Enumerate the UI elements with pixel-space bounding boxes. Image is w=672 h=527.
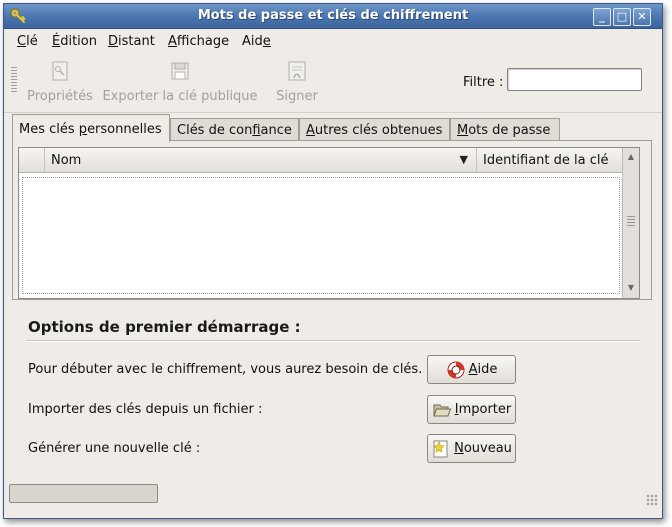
toolbar: Propriétés Exporter la clé publique Sign… (4, 54, 662, 113)
new-key-option-label: Générer une nouvelle clé : (28, 441, 201, 456)
toolbar-grip[interactable] (11, 67, 17, 93)
column-header-icon[interactable] (19, 148, 45, 173)
help-button[interactable]: Aide (427, 355, 516, 384)
column-key-id-label: Identifiant de la clé (483, 153, 609, 168)
help-option-label: Pour débuter avec le chiffrement, vous a… (28, 362, 423, 377)
sign-button[interactable]: Signer (272, 60, 322, 104)
tab-my-personal-keys[interactable]: Mes clés personnelles (12, 114, 170, 142)
column-header-key-id[interactable]: Identifiant de la clé (477, 148, 623, 173)
new-key-button[interactable]: Nouveau (427, 434, 516, 463)
key-list[interactable]: Nom ▼ Identifiant de la clé ▲ ▼ (18, 147, 640, 299)
key-list-rows[interactable] (22, 177, 620, 294)
scroll-up-icon[interactable]: ▲ (624, 150, 638, 164)
import-option-label: Importer des clés depuis un fichier : (28, 402, 263, 417)
export-public-key-button[interactable]: Exporter la clé publique (102, 60, 258, 104)
scroll-down-icon[interactable]: ▼ (624, 281, 638, 295)
filter-label: Filtre : (463, 75, 504, 90)
progress-bar (9, 484, 158, 503)
properties-button[interactable]: Propriétés (26, 60, 94, 104)
lifebuoy-icon (447, 361, 465, 378)
properties-icon (52, 61, 68, 81)
close-button[interactable]: ✕ (633, 8, 651, 26)
tab-other-keys[interactable]: Autres clés obtenues (299, 118, 450, 141)
window-title: Mots de passe et clés de chiffrement (197, 8, 469, 23)
properties-label: Propriétés (27, 89, 93, 104)
title-bar[interactable]: Mots de passe et clés de chiffrement _ □… (4, 4, 662, 29)
menu-distant[interactable]: Distant (108, 34, 155, 49)
column-header-name[interactable]: Nom ▼ (45, 148, 477, 173)
vertical-scrollbar[interactable]: ▲ ▼ (622, 148, 639, 298)
minimize-button[interactable]: _ (593, 8, 611, 26)
menu-affichage[interactable]: Affichage (168, 34, 229, 49)
menu-bar: Clé Édition Distant Affichage Aide (4, 29, 662, 53)
status-bar (4, 482, 662, 508)
menu-cle[interactable]: Clé (17, 34, 38, 49)
first-start-title: Options de premier démarrage : (28, 318, 301, 336)
menu-edition[interactable]: Édition (52, 34, 97, 49)
import-button[interactable]: Importer (427, 395, 516, 424)
options-separator (26, 340, 640, 342)
seahorse-window: Mots de passe et clés de chiffrement _ □… (3, 3, 663, 519)
maximize-button[interactable]: □ (613, 8, 631, 26)
sign-label: Signer (276, 89, 318, 104)
export-label: Exporter la clé publique (102, 89, 258, 104)
sign-icon (288, 61, 306, 81)
filter-input[interactable] (507, 68, 642, 91)
scrollbar-grip[interactable] (627, 216, 635, 226)
export-icon (171, 62, 189, 80)
sort-descending-icon: ▼ (459, 153, 468, 166)
menu-aide[interactable]: Aide (242, 34, 271, 49)
tab-bar: Mes clés personnelles Clés de confiance … (12, 114, 662, 142)
resize-grip-icon[interactable] (646, 494, 658, 506)
folder-open-icon (433, 404, 451, 416)
tab-trusted-keys[interactable]: Clés de confiance (170, 118, 299, 141)
new-key-icon (433, 440, 448, 457)
tab-panel: Nom ▼ Identifiant de la clé ▲ ▼ (12, 140, 652, 300)
column-name-label: Nom (51, 153, 82, 168)
tab-passwords[interactable]: Mots de passe (450, 118, 560, 141)
